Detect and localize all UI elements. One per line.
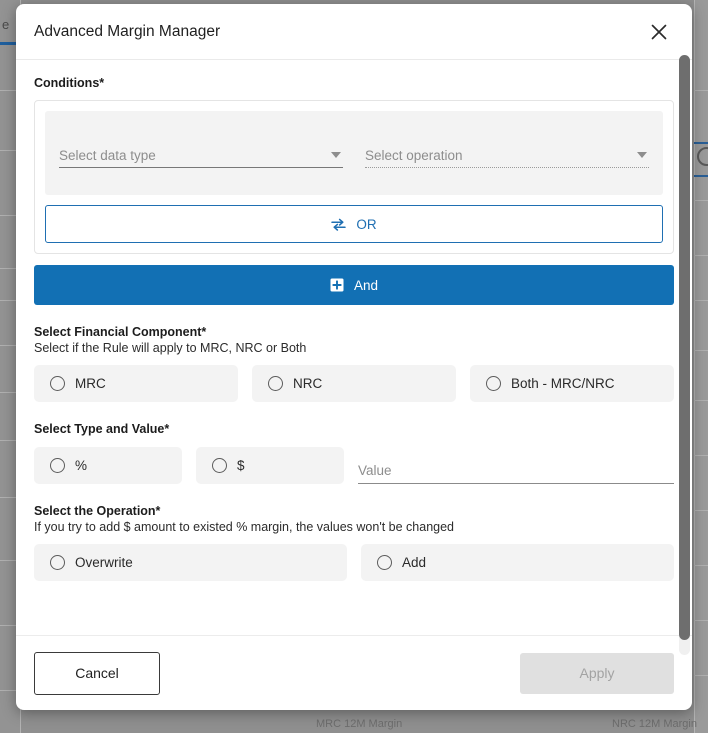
radio-option-percent[interactable]: % <box>34 447 182 484</box>
add-or-condition-button[interactable]: OR <box>45 205 663 243</box>
apply-button-label: Apply <box>579 665 615 681</box>
dialog-body: Conditions* Select data type Select oper… <box>16 60 692 635</box>
value-input[interactable]: Value <box>358 446 674 484</box>
radio-icon <box>50 376 65 391</box>
radio-option-label: % <box>75 458 88 473</box>
background-table-right-column <box>694 0 708 733</box>
background-row-divider <box>694 90 708 91</box>
screen: e MRC 12M Margin NRC 12M Margin Advanced… <box>0 0 708 733</box>
financial-component-options: MRC NRC Both - MRC/NRC <box>34 365 674 402</box>
dialog-title: Advanced Margin Manager <box>34 22 221 40</box>
background-column-header-nrc: NRC 12M Margin <box>612 718 697 730</box>
value-input-placeholder: Value <box>358 463 392 478</box>
type-and-value-label: Select Type and Value* <box>34 422 170 436</box>
plus-box-icon <box>330 278 344 292</box>
add-or-condition-label: OR <box>356 216 377 232</box>
radio-option-mrc[interactable]: MRC <box>34 365 238 402</box>
background-row-divider <box>694 255 708 256</box>
radio-icon <box>50 555 65 570</box>
radio-option-label: Add <box>402 555 427 570</box>
dialog-footer: Cancel Apply <box>16 635 692 710</box>
radio-icon <box>268 376 283 391</box>
conditions-label: Conditions* <box>34 76 105 90</box>
operation-select-value: Select operation <box>365 148 463 163</box>
operation-options: Overwrite Add <box>34 544 674 581</box>
data-type-select[interactable]: Select data type <box>59 138 343 168</box>
chevron-down-icon <box>331 152 341 158</box>
dialog-header: Advanced Margin Manager <box>16 4 692 60</box>
radio-icon <box>50 458 65 473</box>
close-icon[interactable] <box>643 16 675 48</box>
financial-component-label: Select Financial Component* <box>34 325 207 339</box>
background-highlight-line <box>694 175 708 177</box>
background-row-divider <box>694 300 708 301</box>
background-row-divider <box>694 455 708 456</box>
radio-option-overwrite[interactable]: Overwrite <box>34 544 347 581</box>
apply-button: Apply <box>520 652 674 694</box>
radio-option-add[interactable]: Add <box>361 544 674 581</box>
advanced-margin-manager-dialog: Advanced Margin Manager Conditions* Sele… <box>16 4 692 710</box>
data-type-select-value: Select data type <box>59 148 156 163</box>
radio-option-label: $ <box>237 458 245 473</box>
radio-option-label: NRC <box>293 376 323 391</box>
add-and-condition-label: And <box>353 277 379 293</box>
radio-option-label: Both - MRC/NRC <box>511 376 615 391</box>
conditions-card: Select data type Select operation OR <box>34 100 674 254</box>
type-and-value-options: % $ Value <box>34 446 674 484</box>
add-and-condition-button[interactable]: And <box>34 265 674 305</box>
background-row-divider <box>694 620 708 621</box>
operation-select[interactable]: Select operation <box>365 138 649 168</box>
background-row-divider <box>694 510 708 511</box>
background-row-divider <box>694 400 708 401</box>
radio-option-both[interactable]: Both - MRC/NRC <box>470 365 674 402</box>
radio-option-label: MRC <box>75 376 106 391</box>
operation-label: Select the Operation* <box>34 504 161 518</box>
background-row-divider <box>694 200 708 201</box>
financial-component-hint: Select if the Rule will apply to MRC, NR… <box>34 341 307 355</box>
select-underline <box>365 167 649 168</box>
radio-icon <box>486 376 501 391</box>
condition-row: Select data type Select operation <box>45 111 663 195</box>
background-column-header-mrc: MRC 12M Margin <box>316 718 403 730</box>
background-edge-text: e <box>2 17 10 32</box>
cancel-button-label: Cancel <box>75 665 119 681</box>
select-underline <box>59 167 343 168</box>
operation-hint: If you try to add $ amount to existed % … <box>34 520 454 534</box>
swap-horizontal-icon <box>331 218 347 231</box>
background-row-divider <box>694 675 708 676</box>
cancel-button[interactable]: Cancel <box>34 651 160 695</box>
background-row-divider <box>694 565 708 566</box>
dialog-scrollbar-thumb[interactable] <box>679 55 690 640</box>
radio-option-dollar[interactable]: $ <box>196 447 344 484</box>
radio-icon <box>377 555 392 570</box>
radio-option-nrc[interactable]: NRC <box>252 365 456 402</box>
background-highlight-line <box>694 142 708 144</box>
background-row-divider <box>694 350 708 351</box>
chevron-down-icon <box>637 152 647 158</box>
radio-icon <box>212 458 227 473</box>
radio-option-label: Overwrite <box>75 555 133 570</box>
